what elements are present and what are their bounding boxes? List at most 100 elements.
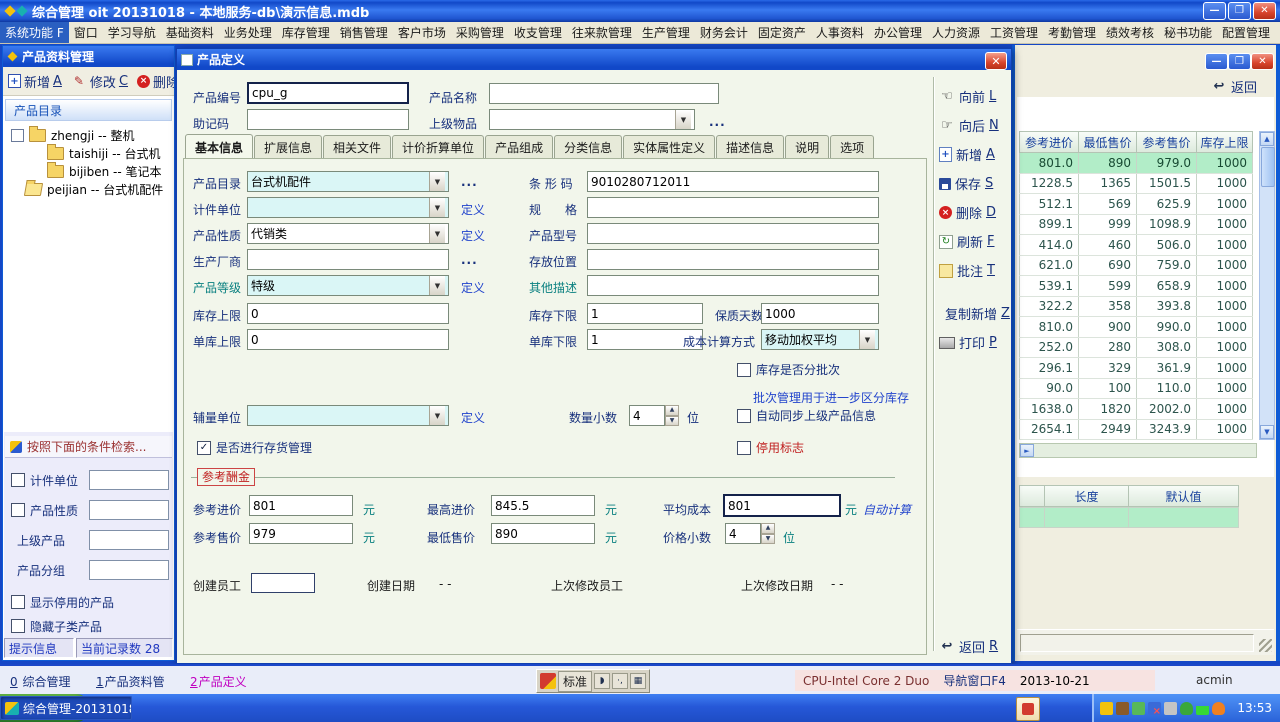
tree-checkbox[interactable] bbox=[11, 129, 24, 142]
qty-decimals-input[interactable]: 4 bbox=[629, 405, 665, 426]
group-filter-input[interactable] bbox=[89, 560, 169, 580]
nature-filter-checkbox[interactable] bbox=[11, 503, 25, 517]
attr-grid-selected-row[interactable] bbox=[1019, 507, 1239, 528]
spec-input[interactable] bbox=[587, 197, 879, 218]
dialog-tab[interactable]: 描述信息 bbox=[716, 135, 784, 159]
child-restore-button[interactable]: ❐ bbox=[1228, 53, 1251, 70]
grade-select[interactable]: 特级▼ bbox=[247, 275, 449, 296]
price-decimals-input[interactable]: 4 bbox=[725, 523, 761, 544]
define-nature-link[interactable]: 定义 bbox=[461, 227, 485, 244]
menu-item[interactable]: 销售管理 bbox=[335, 22, 393, 44]
menu-item[interactable]: 人力资源 bbox=[927, 22, 985, 44]
catalog-more-button[interactable]: ... bbox=[461, 175, 478, 189]
menu-item[interactable]: 财务会计 bbox=[695, 22, 753, 44]
table-row[interactable]: 322.2 358 393.8 1000 bbox=[1019, 297, 1253, 318]
dialog-side-button[interactable]: 删除D bbox=[939, 203, 1011, 222]
ref-sale-input[interactable]: 979 bbox=[249, 523, 353, 544]
unit-filter-checkbox[interactable] bbox=[11, 473, 25, 487]
tray-icon[interactable] bbox=[1132, 702, 1145, 715]
batch-checkbox[interactable] bbox=[737, 363, 751, 377]
table-row[interactable]: 1228.5 1365 1501.5 1000 bbox=[1019, 174, 1253, 195]
chevron-down-icon[interactable]: ▼ bbox=[429, 406, 445, 425]
define-unit-link[interactable]: 定义 bbox=[461, 201, 485, 218]
menu-item[interactable]: 采购管理 bbox=[451, 22, 509, 44]
toggle-hide-subclass[interactable]: 隐藏子类产品 bbox=[11, 616, 102, 636]
sync-checkbox-row[interactable]: 自动同步上级产品信息 bbox=[737, 407, 876, 424]
table-row[interactable]: 414.0 460 506.0 1000 bbox=[1019, 235, 1253, 256]
price-decimals-stepper[interactable]: ▲▼ bbox=[761, 523, 775, 544]
aux-unit-select[interactable]: ▼ bbox=[247, 405, 449, 426]
tree-item-bijiben[interactable]: bijiben -- 笔记本 bbox=[47, 163, 162, 180]
nature-select[interactable]: 代销类▼ bbox=[247, 223, 449, 244]
other-desc-input[interactable] bbox=[587, 275, 879, 296]
chevron-down-icon[interactable]: ▼ bbox=[675, 110, 691, 129]
maximize-button[interactable]: ❐ bbox=[1228, 2, 1251, 20]
chevron-down-icon[interactable]: ▼ bbox=[429, 276, 445, 295]
tree-item-taishiji[interactable]: taishiji -- 台式机 bbox=[47, 145, 161, 162]
resize-grip[interactable] bbox=[1259, 639, 1272, 652]
menu-item[interactable]: 绩效考核 bbox=[1101, 22, 1159, 44]
dialog-side-button[interactable]: 向前L bbox=[939, 87, 1011, 106]
unit-filter-input[interactable] bbox=[89, 470, 169, 490]
tray-icon[interactable] bbox=[1196, 702, 1209, 715]
chevron-down-icon[interactable]: ▼ bbox=[859, 330, 875, 349]
toolbar-button[interactable]: 修改C bbox=[71, 72, 128, 91]
scrollbar-thumb[interactable] bbox=[1261, 147, 1275, 187]
child-close-button[interactable]: ✕ bbox=[1251, 53, 1274, 70]
child-minimize-button[interactable]: — bbox=[1205, 53, 1228, 70]
dialog-close-button[interactable]: ✕ bbox=[985, 52, 1007, 70]
scroll-up-icon[interactable]: ▲ bbox=[1260, 132, 1274, 146]
sync-parent-checkbox[interactable] bbox=[737, 409, 751, 423]
minimize-button[interactable]: — bbox=[1203, 2, 1226, 20]
nature-filter-input[interactable] bbox=[89, 500, 169, 520]
min-sale-input[interactable]: 890 bbox=[491, 523, 595, 544]
table-row[interactable]: 90.0 100 110.0 1000 bbox=[1019, 379, 1253, 400]
product-name-input[interactable] bbox=[489, 83, 719, 104]
hide-subclass-checkbox[interactable] bbox=[11, 619, 25, 633]
table-row[interactable]: 621.0 690 759.0 1000 bbox=[1019, 256, 1253, 277]
toolbar-button[interactable]: 新增A bbox=[8, 72, 62, 91]
ime-punct-icon[interactable]: ·, bbox=[612, 673, 628, 689]
menu-item[interactable]: 考勤管理 bbox=[1043, 22, 1101, 44]
ime-standard-button[interactable]: 标准 bbox=[558, 671, 592, 692]
menu-item[interactable]: 办公管理 bbox=[869, 22, 927, 44]
stock-lower-input[interactable]: 1 bbox=[587, 303, 703, 324]
define-aux-unit-link[interactable]: 定义 bbox=[461, 409, 485, 426]
table-row[interactable]: 1638.0 1820 2002.0 1000 bbox=[1019, 399, 1253, 420]
scroll-right-icon[interactable]: ► bbox=[1020, 444, 1034, 457]
dialog-side-button[interactable]: 保存S bbox=[939, 174, 1011, 193]
model-input[interactable] bbox=[587, 223, 879, 244]
catalog-select[interactable]: 台式机配件▼ bbox=[247, 171, 449, 192]
chevron-down-icon[interactable]: ▼ bbox=[429, 172, 445, 191]
manufacturer-input[interactable] bbox=[247, 249, 449, 270]
ime-logo-icon[interactable] bbox=[540, 673, 556, 689]
tray-icon[interactable] bbox=[1100, 702, 1113, 715]
tray-icon[interactable] bbox=[1180, 702, 1193, 715]
table-row[interactable]: 252.0 280 308.0 1000 bbox=[1019, 338, 1253, 359]
toolbar-button[interactable]: 删除 bbox=[137, 72, 174, 91]
dialog-side-button[interactable]: 新增A bbox=[939, 145, 1011, 164]
table-row[interactable]: 810.0 900 990.0 1000 bbox=[1019, 317, 1253, 338]
dialog-side-button[interactable]: 批注T bbox=[939, 261, 1011, 280]
inventory-mgmt-checkbox[interactable] bbox=[197, 441, 211, 455]
dialog-side-button[interactable]: 向后N bbox=[939, 116, 1011, 135]
dialog-side-button[interactable]: 刷新F bbox=[939, 232, 1011, 251]
nav-window-hint[interactable]: 导航窗口F4 bbox=[943, 672, 1006, 689]
attr-col-default[interactable]: 默认值 bbox=[1129, 485, 1239, 507]
menu-item[interactable]: 窗口 bbox=[69, 22, 103, 44]
menu-item[interactable]: 配置管理 bbox=[1217, 22, 1275, 44]
menu-item[interactable]: 固定资产 bbox=[753, 22, 811, 44]
dialog-tab[interactable]: 实体属性定义 bbox=[623, 135, 715, 159]
tray-icon[interactable] bbox=[1148, 702, 1161, 715]
grid-column-header[interactable]: 参考售价 bbox=[1137, 131, 1197, 153]
parent-item-more-button[interactable]: ... bbox=[709, 115, 726, 129]
dialog-tab[interactable]: 说明 bbox=[785, 135, 829, 159]
menu-item[interactable]: 工资管理 bbox=[985, 22, 1043, 44]
dialog-side-button[interactable]: 复制新增Z bbox=[939, 304, 1011, 323]
parent-item-select[interactable]: ▼ bbox=[489, 109, 695, 130]
scroll-down-icon[interactable]: ▼ bbox=[1260, 425, 1274, 439]
grid-column-header[interactable]: 最低售价 bbox=[1079, 131, 1137, 153]
inventory-checkbox-row[interactable]: 是否进行存货管理 bbox=[197, 439, 312, 456]
menu-item[interactable]: 生产管理 bbox=[637, 22, 695, 44]
menu-item[interactable]: 收支管理 bbox=[509, 22, 567, 44]
